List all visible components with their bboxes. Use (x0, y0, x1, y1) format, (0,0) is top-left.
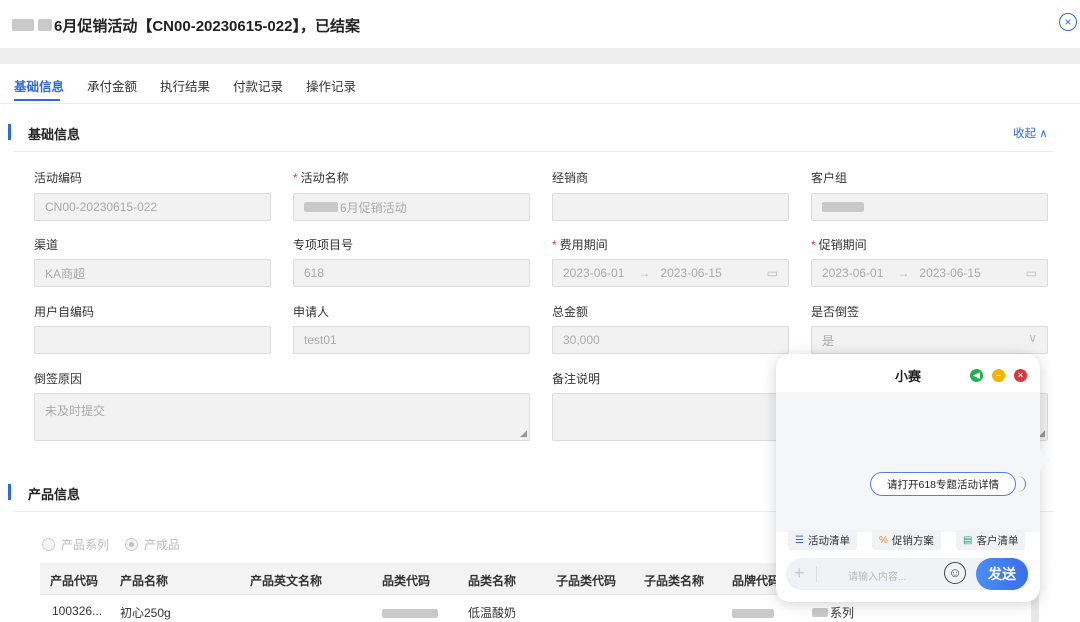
column-header: 品牌代码 (732, 574, 781, 588)
close-icon[interactable]: × (1059, 13, 1077, 31)
label-activity-code: 活动编码 (34, 171, 83, 185)
quick-action-activity-list[interactable]: ☰ 活动清单 (788, 530, 857, 550)
column-header: 产品代码 (50, 574, 99, 588)
chat-message-area (776, 392, 1040, 532)
cell-brand-code (732, 607, 774, 621)
quick-action-customer-list[interactable]: ▤ 客户清单 (956, 530, 1026, 550)
promo-period-range[interactable]: 2023-06-01 → 2023-06-15 ▭ (811, 259, 1048, 287)
emoji-icon[interactable]: ☺ (944, 562, 966, 584)
list-icon: ☰ (795, 534, 804, 546)
calendar-icon: ▭ (766, 266, 778, 280)
resize-handle-icon[interactable]: ◢ (520, 428, 527, 439)
label-project-no: 专项项目号 (293, 238, 354, 252)
redacted-text (732, 609, 774, 618)
column-header: 子品类代码 (556, 574, 617, 588)
tab-execution-result[interactable]: 执行结果 (160, 76, 210, 95)
redacted-text (382, 609, 438, 618)
label-applicant: 申请人 (293, 305, 330, 319)
section-divider (14, 151, 1054, 152)
label-activity-name: * 活动名称 (293, 171, 349, 185)
cell-product-code: 100326... (52, 604, 103, 618)
label-user-code: 用户自编码 (34, 305, 95, 319)
quick-action-promo-plan[interactable]: % 促销方案 (872, 530, 941, 550)
chat-message-bubble[interactable]: 请打开618专题活动详情 (870, 472, 1016, 496)
calendar-icon: ▭ (1025, 266, 1037, 280)
product-type-radio-group: 产品系列 产成品 (42, 536, 180, 553)
backdated-select[interactable]: 是 ∨ (811, 326, 1048, 354)
label-customer-group: 客户组 (811, 171, 848, 185)
redacted-text (812, 608, 828, 617)
column-header: 品类代码 (382, 574, 431, 588)
range-arrow-icon: → (897, 266, 910, 280)
page-title-wrap: 6月促销活动【CN00-20230615-022】，已结案 (12, 14, 360, 36)
redacted-text (304, 202, 338, 212)
input-separator (816, 566, 817, 582)
tab-operation-records[interactable]: 操作记录 (306, 76, 356, 95)
percent-icon: % (879, 534, 888, 546)
minimize-icon[interactable]: – (992, 369, 1005, 382)
section-accent-bar (8, 124, 11, 140)
section-title: 产品信息 (28, 487, 81, 502)
basic-info-section-header: 基础信息 收起 ∧ (0, 118, 1060, 148)
document-icon: ▤ (963, 534, 973, 546)
active-tab-indicator (14, 99, 60, 101)
label-remarks: 备注说明 (552, 372, 601, 386)
channel-field[interactable]: KA商超 (34, 259, 271, 287)
label-backdated: 是否倒签 (811, 305, 860, 319)
label-promo-period: * 促销期间 (811, 238, 867, 252)
chat-input[interactable]: 请输入内容... (848, 568, 906, 583)
top-bar: 6月促销活动【CN00-20230615-022】，已结案 × (0, 0, 1080, 48)
label-expense-period: * 费用期间 (552, 238, 608, 252)
project-no-field[interactable]: 618 (293, 259, 530, 287)
label-backdate-reason: 倒签原因 (34, 372, 83, 386)
sound-icon[interactable]: ◀ (970, 369, 983, 382)
redacted-text (822, 202, 864, 212)
activity-name-field[interactable]: 6月促销活动 (293, 193, 530, 221)
cell-brand-series: 系列 (812, 604, 854, 621)
cell-product-name: 初心250g (120, 606, 171, 620)
activity-code-field[interactable]: CN00-20230615-022 (34, 193, 271, 221)
tab-payment-records[interactable]: 付款记录 (233, 76, 283, 95)
range-arrow-icon: → (638, 266, 651, 280)
close-icon[interactable]: × (1014, 369, 1027, 382)
label-total-amount: 总金额 (552, 305, 589, 319)
chat-assistant-panel: 小赛 ◀ – × 请打开618专题活动详情 ☰ 活动清单 % 促销方案 ▤ 客户清单 … (776, 354, 1050, 602)
customer-group-field[interactable] (811, 193, 1048, 221)
chevron-down-icon: ∨ (1028, 331, 1037, 345)
dealer-field[interactable] (552, 193, 789, 221)
tab-commitment-amount[interactable]: 承付金额 (87, 76, 137, 95)
column-header: 品类名称 (468, 574, 517, 588)
chat-input-bar: + 请输入内容... ☺ 发送 (786, 558, 1030, 590)
tab-bar: 基础信息 承付金额 执行结果 付款记录 操作记录 (0, 64, 1080, 104)
section-title: 基础信息 (28, 127, 81, 142)
total-amount-field[interactable]: 30,000 (552, 326, 789, 354)
divider-band (0, 48, 1080, 64)
cell-category-name: 低温酸奶 (468, 606, 517, 620)
chat-panel-pointer (1040, 450, 1050, 470)
column-header: 产品英文名称 (250, 574, 323, 588)
radio-label: 产成品 (144, 538, 181, 552)
radio-product-series[interactable] (42, 538, 55, 551)
applicant-field[interactable]: test01 (293, 326, 530, 354)
backdate-reason-textarea[interactable]: 未及时提交 ◢ (34, 393, 530, 441)
expense-period-range[interactable]: 2023-06-01 → 2023-06-15 ▭ (552, 259, 789, 287)
radio-label: 产品系列 (61, 538, 110, 552)
page-title: 6月促销活动【CN00-20230615-022】，已结案 (54, 17, 360, 35)
tab-basic-info[interactable]: 基础信息 (14, 76, 64, 95)
collapse-button[interactable]: 收起 ∧ (1013, 125, 1048, 141)
radio-finished-product[interactable] (125, 538, 139, 551)
cell-category-code (382, 607, 438, 621)
label-channel: 渠道 (34, 238, 59, 252)
redacted-text (12, 19, 34, 31)
column-header: 产品名称 (120, 574, 169, 588)
redacted-text (38, 19, 52, 31)
send-button[interactable]: 发送 (976, 558, 1028, 590)
plus-icon[interactable]: + (794, 563, 805, 584)
user-code-field[interactable] (34, 326, 271, 354)
section-accent-bar (8, 484, 11, 500)
column-header: 子品类名称 (644, 574, 705, 588)
label-dealer: 经销商 (552, 171, 589, 185)
